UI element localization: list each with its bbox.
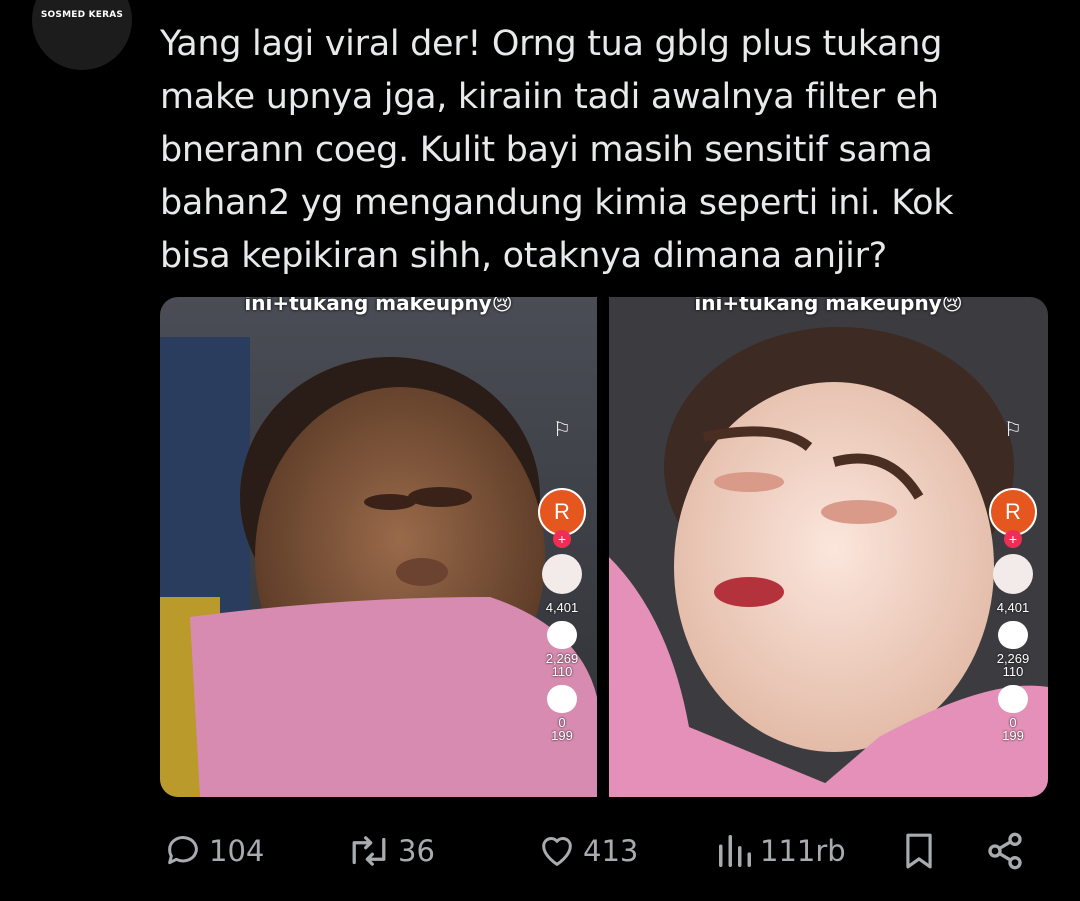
like-count: 4,401 xyxy=(545,600,579,615)
save-icon[interactable] xyxy=(998,685,1028,713)
share-button[interactable] xyxy=(985,826,1025,876)
video-caption: ini+tukang makeupny😢 xyxy=(244,297,513,315)
baby-photo-after xyxy=(609,297,1048,797)
views-icon xyxy=(719,835,751,867)
comment-count: 110 xyxy=(551,664,573,679)
save-count: 199 xyxy=(1002,728,1024,743)
music-disc-icon xyxy=(542,554,582,594)
tweet-line: bnerann coeg. Kulit bayi masih sensitif … xyxy=(160,130,933,170)
bookmark-icon xyxy=(906,833,932,869)
video-side-actions: ⚐ R + 4,401 2,269 110 0 199 xyxy=(537,417,587,743)
comment-icon[interactable] xyxy=(547,621,577,649)
tweet-line: bahan2 yg mengandung kimia seperti ini. … xyxy=(160,183,954,223)
report-flag-icon[interactable]: ⚐ xyxy=(553,417,571,442)
repost-icon xyxy=(352,836,386,866)
tweet-line: bisa kepikiran sihh, otaknya dimana anji… xyxy=(160,236,887,276)
comment-count: 110 xyxy=(1002,664,1024,679)
share-icon xyxy=(988,832,1022,870)
view-count: 111rb xyxy=(760,834,846,868)
bookmark-button[interactable] xyxy=(900,826,938,876)
creator-avatar[interactable]: R xyxy=(538,488,586,536)
reply-count: 104 xyxy=(209,834,265,868)
baby-photo-before xyxy=(160,297,597,797)
comment-icon[interactable] xyxy=(998,621,1028,649)
video-caption: ini+tukang makeupny😢 xyxy=(694,297,963,315)
tweet-line: Yang lagi viral der! Orng tua gblg plus … xyxy=(160,24,943,64)
author-avatar[interactable]: SOSMED KERAS xyxy=(32,0,132,70)
tweet-text: Yang lagi viral der! Orng tua gblg plus … xyxy=(160,18,1040,283)
like-button[interactable]: 413 xyxy=(537,826,638,876)
reply-icon xyxy=(168,836,198,865)
video-side-actions: ⚐ R + 4,401 2,269 110 0 199 xyxy=(988,417,1038,743)
creator-avatar[interactable]: R xyxy=(989,488,1037,536)
save-count: 199 xyxy=(551,728,573,743)
media-image-before[interactable]: ini+tukang makeupny😢 ⚐ R + 4,401 2,269 1… xyxy=(160,297,597,797)
like-count: 4,401 xyxy=(996,600,1030,615)
follow-plus-icon[interactable]: + xyxy=(553,530,571,548)
save-icon[interactable] xyxy=(547,685,577,713)
repost-button[interactable]: 36 xyxy=(346,826,435,876)
follow-plus-icon[interactable]: + xyxy=(1004,530,1022,548)
tweet-actions: 104 36 413 111rb xyxy=(0,826,1080,876)
heart-icon xyxy=(542,837,572,866)
author-name: SOSMED KERAS xyxy=(40,10,124,20)
media-image-after[interactable]: ini+tukang makeupny😢 ⚐ R + 4,401 2,269 1… xyxy=(609,297,1048,797)
reply-button[interactable]: 104 xyxy=(163,826,264,876)
music-disc-icon xyxy=(993,554,1033,594)
views-button[interactable]: 111rb xyxy=(716,826,846,876)
like-count: 413 xyxy=(583,834,639,868)
report-flag-icon[interactable]: ⚐ xyxy=(1004,417,1022,442)
tweet-line: make upnya jga, kiraiin tadi awalnya fil… xyxy=(160,77,939,117)
repost-count: 36 xyxy=(398,834,435,868)
